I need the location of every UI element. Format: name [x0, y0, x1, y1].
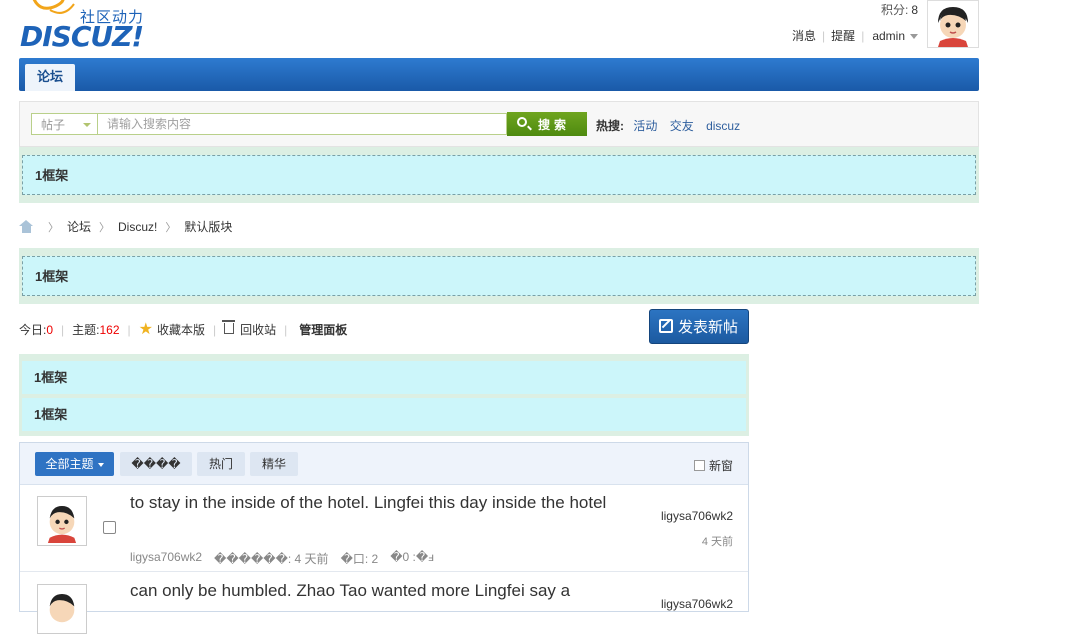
thread-author-avatar[interactable]: [37, 584, 87, 634]
breadcrumb-arrow: 〉: [99, 221, 111, 234]
chevron-down-icon: [910, 33, 918, 39]
new-post-button[interactable]: 发表新帖: [649, 309, 749, 344]
new-window-checkbox[interactable]: [694, 460, 705, 471]
mid-frame: 1框架: [22, 256, 976, 296]
search-type-label: 帖子: [41, 118, 66, 132]
hot-term-discuz[interactable]: discuz: [706, 119, 740, 133]
tab-forum[interactable]: 论坛: [25, 64, 75, 91]
site-logo[interactable]: 社区动力 DISCUZ!: [20, 0, 160, 56]
user-nav: 消息 | 提醒 | admin: [792, 27, 918, 44]
today-count: 0: [46, 322, 54, 337]
topics-count: 162: [99, 322, 120, 337]
thread-title[interactable]: can only be humbled. Zhao Tao wanted mor…: [130, 577, 630, 604]
search-input[interactable]: [97, 113, 507, 135]
breadcrumb-default-board[interactable]: 默认版块: [184, 218, 232, 235]
breadcrumb-arrow: 〉: [48, 221, 59, 234]
username-menu[interactable]: admin: [872, 29, 918, 43]
nav-separator: |: [822, 28, 826, 43]
user-avatar[interactable]: [927, 0, 979, 48]
hot-term-friends[interactable]: 交友: [670, 119, 694, 133]
filter-digest[interactable]: 精华: [250, 452, 298, 476]
avatar-icon: [40, 587, 84, 631]
star-icon: ★: [138, 321, 153, 338]
avatar-icon: [928, 1, 978, 47]
filter-hot[interactable]: 热门: [197, 452, 245, 476]
logo-text: DISCUZ!: [20, 20, 144, 53]
topics-label: 主题:: [72, 323, 100, 337]
stats-separator: |: [284, 322, 288, 337]
top-frame: 1框架: [22, 155, 976, 195]
chevron-down-icon: [97, 462, 104, 467]
favorite-board-link[interactable]: ★ 收藏本版: [139, 321, 205, 338]
breadcrumb-arrow: 〉: [165, 221, 177, 234]
search-type-select[interactable]: 帖子: [31, 113, 97, 135]
new-window-label: 新窗: [709, 459, 734, 473]
chevron-down-icon: [83, 123, 91, 127]
admin-panel-link[interactable]: 管理面板: [299, 321, 347, 338]
hot-searches: 热搜: 活动 交友 discuz: [596, 117, 749, 134]
search-button[interactable]: 搜索: [507, 112, 587, 136]
breadcrumb: 〉 论坛 〉 Discuz! 〉 默认版块: [19, 218, 232, 235]
last-poster[interactable]: ligysa706wk2: [661, 509, 733, 523]
thread-divider: [20, 571, 748, 572]
edit-icon: [659, 319, 673, 333]
username: admin: [872, 28, 905, 43]
thread-author-avatar[interactable]: [37, 496, 87, 546]
list-frame-2: 1框架: [22, 398, 746, 431]
thread-select-checkbox[interactable]: [103, 521, 116, 534]
thread-meta: ligysa706wk2 ������: 4 天前 �口: 2 �0 :�ⅎ: [130, 550, 446, 567]
nav-separator: |: [861, 28, 865, 43]
today-label: 今日:: [19, 323, 47, 337]
main-nav-bar: [19, 58, 979, 91]
thread-title[interactable]: to stay in the inside of the hotel. Ling…: [130, 489, 630, 516]
search-icon: [517, 117, 527, 127]
thread-author[interactable]: ligysa706wk2: [130, 550, 202, 567]
avatar-icon: [40, 499, 84, 543]
hot-term-activity[interactable]: 活动: [633, 119, 657, 133]
favorite-label: 收藏本版: [157, 323, 206, 337]
last-post-time: 4 天前: [701, 536, 733, 548]
messages-link[interactable]: 消息: [792, 27, 816, 44]
breadcrumb-discuz[interactable]: Discuz!: [118, 220, 157, 234]
stats-separator: |: [127, 322, 131, 337]
points-label: 积分:: [880, 3, 909, 17]
home-icon[interactable]: [19, 220, 34, 233]
points-value: 8: [911, 3, 918, 17]
list-frame-1: 1框架: [22, 361, 746, 394]
hot-label: 热搜:: [596, 119, 624, 133]
search-button-label: 搜索: [538, 117, 571, 132]
stats-separator: |: [213, 322, 217, 337]
logo-swirl-icon: [32, 0, 75, 14]
forum-stats: 今日: 0 | 主题: 162 | ★ 收藏本版 | 回收站 | 管理面板: [19, 320, 347, 338]
stats-separator: |: [61, 322, 65, 337]
filter-garbled[interactable]: ����: [120, 452, 192, 476]
new-window-toggle[interactable]: 新窗: [694, 457, 733, 474]
thread-replies: �口: 2: [340, 552, 379, 566]
filter-all-label: 全部主题: [45, 457, 94, 471]
recycle-label: 回收站: [240, 323, 277, 337]
recycle-bin-link[interactable]: 回收站: [222, 320, 277, 338]
new-post-label: 发表新帖: [678, 318, 739, 336]
breadcrumb-forum[interactable]: 论坛: [67, 218, 91, 235]
user-points: 积分: 8: [881, 1, 918, 18]
trash-icon: [222, 320, 236, 334]
thread-post-time: ������: 4 天前: [214, 552, 329, 566]
filter-all-topics[interactable]: 全部主题: [35, 452, 114, 476]
notifications-link[interactable]: 提醒: [831, 27, 855, 44]
thread-views: �0 :�ⅎ: [390, 550, 435, 564]
